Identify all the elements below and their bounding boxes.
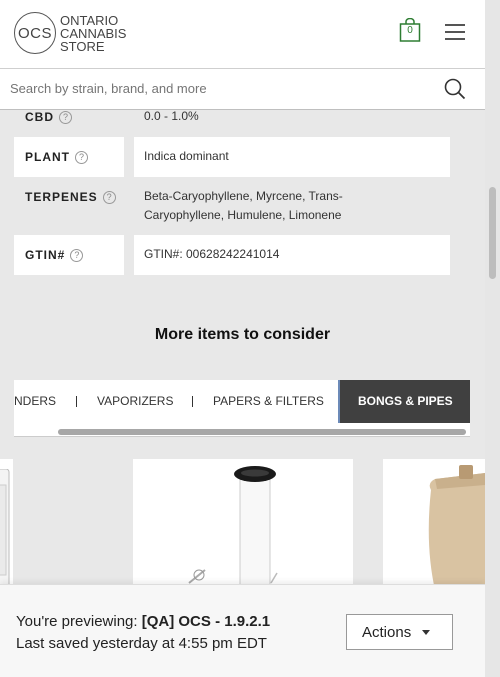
product-image xyxy=(428,465,485,590)
cart-button[interactable]: 0 xyxy=(399,17,421,42)
tab-divider xyxy=(76,396,77,407)
caret-down-icon xyxy=(422,630,430,635)
search-icon[interactable] xyxy=(444,78,466,100)
tab-grinders[interactable]: NDERS xyxy=(14,380,56,423)
question-circle-icon[interactable]: ? xyxy=(75,150,88,164)
search-input[interactable] xyxy=(10,81,410,96)
product-image xyxy=(188,466,278,590)
logo-wordmark: ONTARIO CANNABIS STORE xyxy=(60,14,126,53)
page-scrollbar-thumb[interactable] xyxy=(489,187,496,279)
gtin-value: GTIN#: 00628242241014 xyxy=(144,247,280,261)
logo-line-1: ONTARIO xyxy=(60,12,119,28)
logo-line-3: STORE xyxy=(60,38,105,54)
tab-vaporizers[interactable]: VAPORIZERS xyxy=(97,380,173,423)
more-items-title: More items to consider xyxy=(154,326,331,343)
tab-bongs-pipes[interactable]: BONGS & PIPES xyxy=(338,380,470,423)
ocs-logo[interactable]: OCS ONTARIO CANNABIS STORE xyxy=(14,12,126,54)
preview-status: You're previewing: [QA] OCS - 1.9.2.1 xyxy=(16,613,270,630)
preview-banner: You're previewing: [QA] OCS - 1.9.2.1 La… xyxy=(0,584,485,677)
terpenes-value: Beta-Caryophyllene, Myrcene, Trans- Cary… xyxy=(144,187,343,225)
plant-value: Indica dominant xyxy=(144,149,229,163)
logo-line-2: CANNABIS xyxy=(60,25,127,41)
question-circle-icon[interactable]: ? xyxy=(70,248,84,262)
page-scrollbar-track[interactable] xyxy=(485,0,500,677)
terpenes-value-line-2: Caryophyllene, Humulene, Limonene xyxy=(144,208,342,222)
cbd-label: CBD ? xyxy=(25,110,72,124)
tab-papers-filters[interactable]: PAPERS & FILTERS xyxy=(213,380,324,423)
logo-mark: OCS xyxy=(14,12,56,54)
gtin-label-text: GTIN# xyxy=(25,248,66,262)
product-image xyxy=(0,469,10,589)
plant-label-text: PLANT xyxy=(25,150,70,164)
terpenes-label-text: TERPENES xyxy=(25,190,98,204)
menu-bar xyxy=(445,31,465,33)
menu-bar xyxy=(445,38,465,40)
menu-bar xyxy=(445,24,465,26)
search-bar xyxy=(0,69,485,110)
cbd-label-text: CBD xyxy=(25,110,54,124)
gtin-label: GTIN# ? xyxy=(25,248,84,262)
preview-name: [QA] OCS - 1.9.2.1 xyxy=(141,613,271,630)
actions-button[interactable]: Actions xyxy=(346,614,453,650)
terpenes-value-line-1: Beta-Caryophyllene, Myrcene, Trans- xyxy=(144,189,343,203)
tabs-scrollbar-thumb[interactable] xyxy=(58,429,466,435)
preview-prefix: You're previewing: xyxy=(16,613,142,630)
question-circle-icon[interactable]: ? xyxy=(59,110,72,124)
cbd-value: 0.0 - 1.0% xyxy=(144,109,199,123)
hamburger-icon[interactable] xyxy=(445,24,465,40)
terpenes-label: TERPENES ? xyxy=(25,190,116,204)
tab-divider xyxy=(192,396,193,407)
question-circle-icon[interactable]: ? xyxy=(102,190,116,204)
last-saved-text: Last saved yesterday at 4:55 pm EDT xyxy=(16,635,267,652)
plant-label: PLANT ? xyxy=(25,150,88,164)
cart-count: 0 xyxy=(407,25,413,36)
site-header: OCS ONTARIO CANNABIS STORE 0 xyxy=(0,0,485,69)
